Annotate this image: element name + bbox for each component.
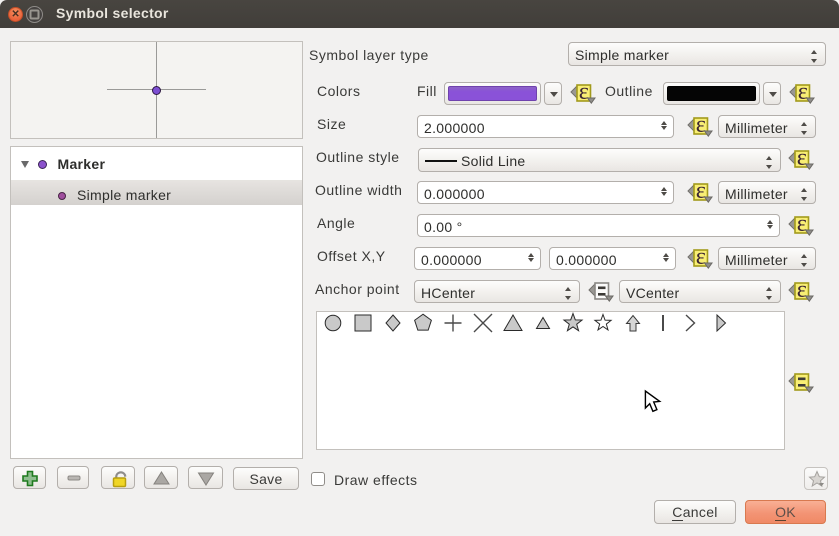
svg-text:ε: ε — [696, 181, 706, 204]
svg-text:ε: ε — [696, 115, 706, 138]
svg-text:ε: ε — [797, 214, 807, 237]
svg-text:ε: ε — [798, 82, 808, 105]
svg-text:ε: ε — [797, 148, 807, 171]
svg-text:ε: ε — [579, 82, 589, 105]
svg-text:ε: ε — [797, 280, 807, 303]
svg-text:ε: ε — [696, 247, 706, 270]
